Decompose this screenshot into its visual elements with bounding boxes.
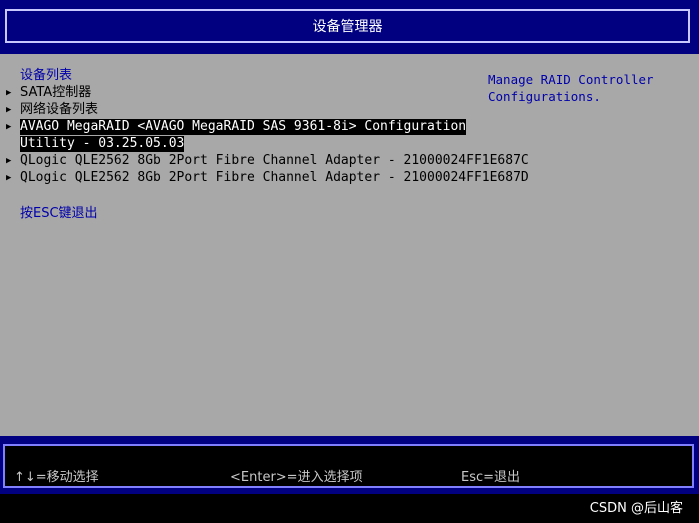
menu-item-label: AVAGO MegaRAID <AVAGO MegaRAID SAS 9361-…: [20, 119, 467, 135]
header-bar: 设备管理器: [0, 0, 699, 54]
triangle-right-icon: ▶: [6, 122, 12, 132]
triangle-right-icon: ▶: [6, 105, 12, 115]
menu-item-label: 网络设备列表: [20, 102, 99, 117]
menu-item-qlogic-687d[interactable]: ▶ QLogic QLE2562 8Gb 2Port Fibre Channel…: [0, 170, 529, 186]
triangle-right-icon: ▶: [6, 88, 12, 98]
section-title-row: 设备列表: [0, 68, 480, 84]
menu-item-network[interactable]: ▶ 网络设备列表: [0, 102, 480, 118]
help-text: Manage RAID Controller Configurations.: [488, 72, 654, 104]
footer-bar: ↑↓=移动选择 <Enter>=进入选择项 Esc=退出: [0, 436, 699, 494]
main-panel: 设备列表 ▶ SATA控制器 ▶ 网络设备列表 ▶ AVAGO MegaRAID…: [0, 54, 699, 436]
exit-hint: 按ESC键退出: [20, 206, 98, 221]
key-hint-enter: <Enter>=进入选择项: [230, 470, 363, 485]
watermark: CSDN @后山客: [589, 501, 683, 516]
menu-item-label: QLogic QLE2562 8Gb 2Port Fibre Channel A…: [20, 153, 529, 168]
section-title: 设备列表: [20, 68, 73, 83]
key-hint-esc: Esc=退出: [461, 470, 521, 485]
menu-item-label: QLogic QLE2562 8Gb 2Port Fibre Channel A…: [20, 170, 529, 185]
menu-item-label: Utility - 03.25.05.03: [20, 136, 185, 152]
menu-item-sata[interactable]: ▶ SATA控制器: [0, 85, 480, 101]
triangle-right-icon: ▶: [6, 173, 12, 183]
key-hint-move: ↑↓=移动选择: [14, 470, 99, 485]
triangle-right-icon: ▶: [6, 156, 12, 166]
menu-item-label: SATA控制器: [20, 85, 92, 100]
page-title: 设备管理器: [5, 9, 690, 43]
menu-item-avago-raid[interactable]: ▶ AVAGO MegaRAID <AVAGO MegaRAID SAS 936…: [0, 119, 480, 135]
menu-item-qlogic-687c[interactable]: ▶ QLogic QLE2562 8Gb 2Port Fibre Channel…: [0, 153, 529, 169]
menu-item-avago-raid-line2[interactable]: Utility - 03.25.05.03: [0, 136, 480, 152]
